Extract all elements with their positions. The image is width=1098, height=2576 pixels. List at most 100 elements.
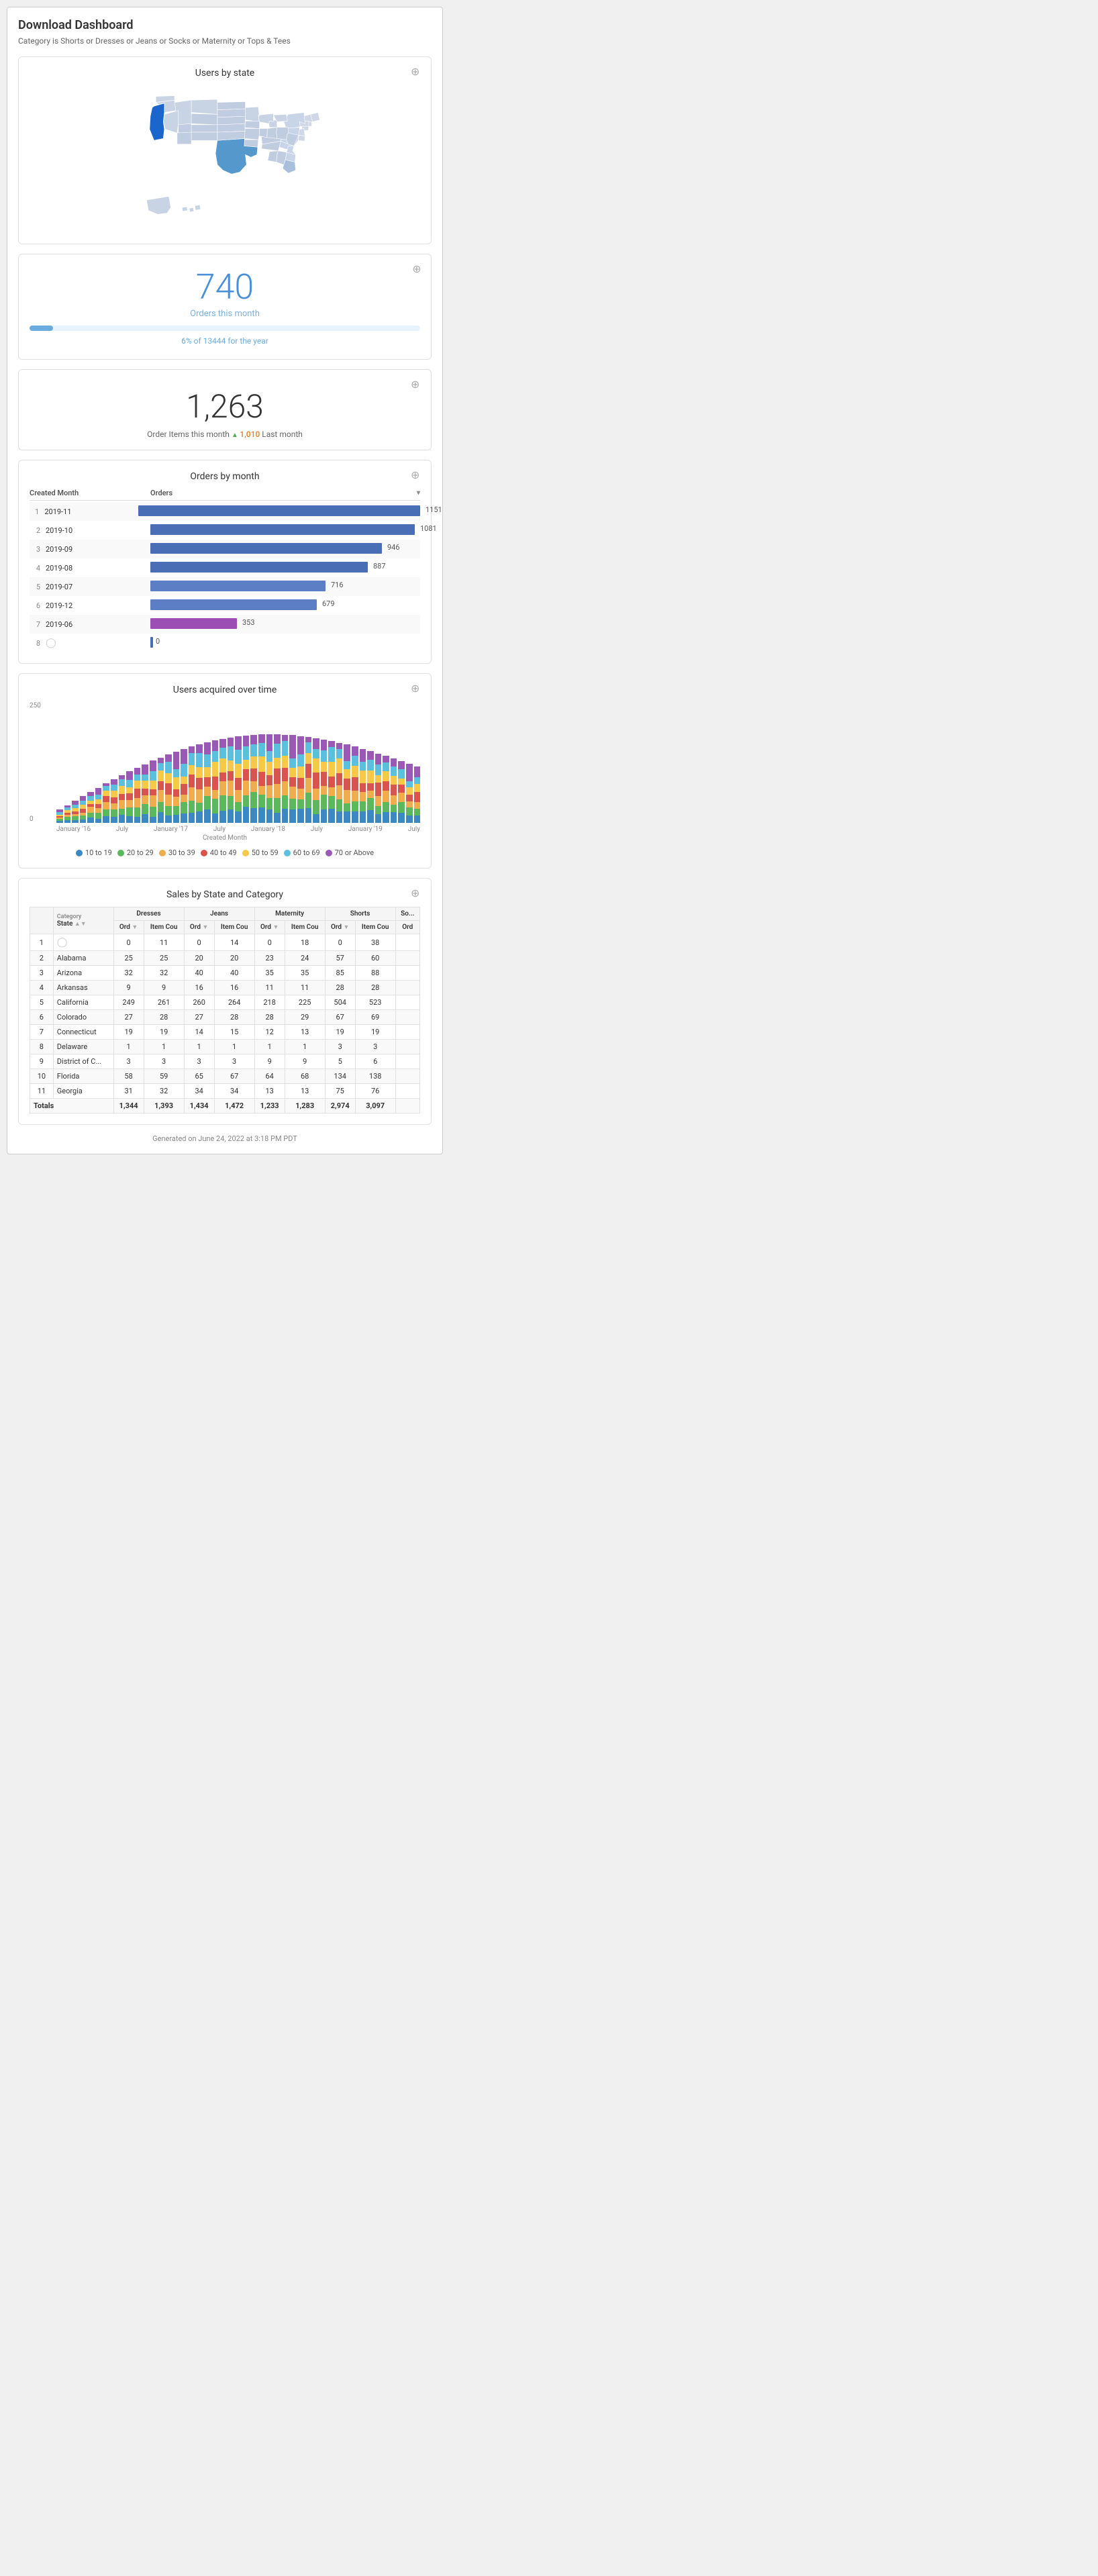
stacked-segment: [150, 817, 156, 824]
stacked-segment: [344, 811, 350, 823]
stacked-segment: [336, 773, 343, 785]
stacked-segment: [142, 795, 148, 804]
stacked-segment: [352, 801, 358, 811]
cell-jeans-ord: 16: [184, 981, 214, 995]
globe-icon-5: ⊕: [411, 682, 423, 694]
dropdown-icon[interactable]: ▾: [417, 489, 420, 497]
stacked-segment: [305, 778, 312, 793]
stacked-segment: [250, 781, 257, 793]
cell-short-ord: 0: [325, 934, 355, 951]
cell-state: Arkansas: [53, 981, 113, 995]
stacked-bar: [344, 744, 350, 823]
stacked-segment: [352, 811, 358, 824]
totals-so: [395, 1099, 419, 1113]
stacked-segment: [204, 777, 211, 787]
stacked-segment: [158, 771, 164, 781]
stacked-segment: [375, 775, 382, 783]
stacked-segment: [173, 815, 180, 824]
stacked-segment: [258, 743, 265, 756]
stacked-segment: [274, 784, 281, 798]
th-so-ord: Ord: [395, 921, 419, 934]
x-axis-labels: January '16 July January '17 July Januar…: [30, 826, 420, 833]
stacked-segment: [274, 758, 281, 768]
cell-short-ord: 134: [325, 1069, 355, 1084]
stacked-segment: [126, 793, 133, 800]
last-month-value: 1,010: [240, 430, 260, 439]
bar-month: 2019-09: [43, 545, 150, 554]
stacked-segment: [406, 807, 413, 815]
stacked-segment: [321, 750, 328, 762]
legend-dot-60-69: [284, 850, 291, 856]
stacked-segment: [289, 777, 296, 787]
cell-mat-ord: 13: [254, 1084, 285, 1099]
sort-icon-state[interactable]: ▲▼: [74, 920, 87, 928]
stacked-segment: [297, 799, 304, 809]
stacked-segment: [219, 773, 226, 781]
stacked-segment: [196, 778, 203, 789]
stacked-segment: [360, 771, 366, 783]
stacked-bar: [414, 766, 421, 823]
cell-num: 7: [30, 1025, 54, 1040]
stacked-bar: [119, 775, 126, 823]
table-row: 7 Connecticut 19 19 14 15 12 13 19 19: [30, 1025, 420, 1040]
cell-short-item: 3: [355, 1040, 395, 1054]
stacked-bar: [95, 788, 102, 824]
stacked-segment: [111, 797, 117, 803]
stacked-segment: [103, 809, 109, 816]
stacked-segment: [142, 804, 148, 813]
stacked-segment: [250, 792, 257, 807]
legend-label-20-29: 20 to 29: [127, 848, 154, 857]
stacked-segment: [297, 736, 304, 755]
stacked-segment: [398, 793, 405, 802]
stacked-segment: [274, 769, 281, 785]
stacked-bar: [189, 746, 195, 823]
stacked-segment: [219, 739, 226, 748]
th-shorts: Shorts: [325, 907, 395, 921]
stacked-segment: [406, 781, 413, 787]
stacked-segment: [282, 735, 289, 742]
legend-label-10-19: 10 to 19: [85, 848, 112, 857]
stacked-segment: [173, 789, 180, 797]
sales-table: Category State ▲▼ Dresses Jeans Maternit…: [30, 907, 420, 1113]
stacked-bar: [305, 737, 312, 823]
stacked-segment: [165, 795, 172, 806]
stacked-segment: [367, 760, 374, 771]
y-mid-label: 0: [30, 815, 41, 823]
stacked-segment: [352, 777, 358, 791]
stacked-segment: [134, 775, 141, 781]
globe-icon-6: ⊕: [411, 887, 423, 899]
cell-mat-item: 13: [285, 1084, 325, 1099]
stacked-segment: [414, 809, 421, 815]
cell-jeans-ord: 14: [184, 1025, 214, 1040]
stacked-segment: [250, 808, 257, 824]
cell-short-item: 69: [355, 1010, 395, 1025]
stacked-segment: [142, 814, 148, 824]
stacked-segment: [181, 777, 187, 784]
bar-fill: [150, 543, 382, 554]
stacked-segment: [134, 798, 141, 807]
stacked-bar: [228, 738, 234, 824]
stacked-segment: [189, 801, 195, 813]
stacked-segment: [414, 777, 421, 784]
stacked-segment: [297, 766, 304, 777]
stacked-segment: [181, 813, 187, 823]
stacked-segment: [212, 799, 219, 813]
stacked-segment: [344, 790, 350, 803]
cell-mat-ord: 0: [254, 934, 285, 951]
stacked-segment: [360, 801, 366, 811]
stacked-segment: [328, 741, 335, 747]
stacked-segment: [189, 765, 195, 775]
cell-mat-ord: 23: [254, 951, 285, 966]
stacked-segment: [383, 771, 389, 781]
order-items-value: 1,263: [30, 387, 420, 426]
stacked-bar: [196, 744, 203, 824]
bar-area: 1151: [138, 505, 420, 517]
stacked-bar: [72, 801, 79, 823]
cell-num: 4: [30, 981, 54, 995]
cell-short-ord: 19: [325, 1025, 355, 1040]
stacked-segment: [235, 750, 242, 764]
stacked-segment: [165, 773, 172, 783]
stacked-segment: [321, 772, 328, 786]
stacked-segment: [134, 789, 141, 798]
stacked-segment: [196, 811, 203, 823]
